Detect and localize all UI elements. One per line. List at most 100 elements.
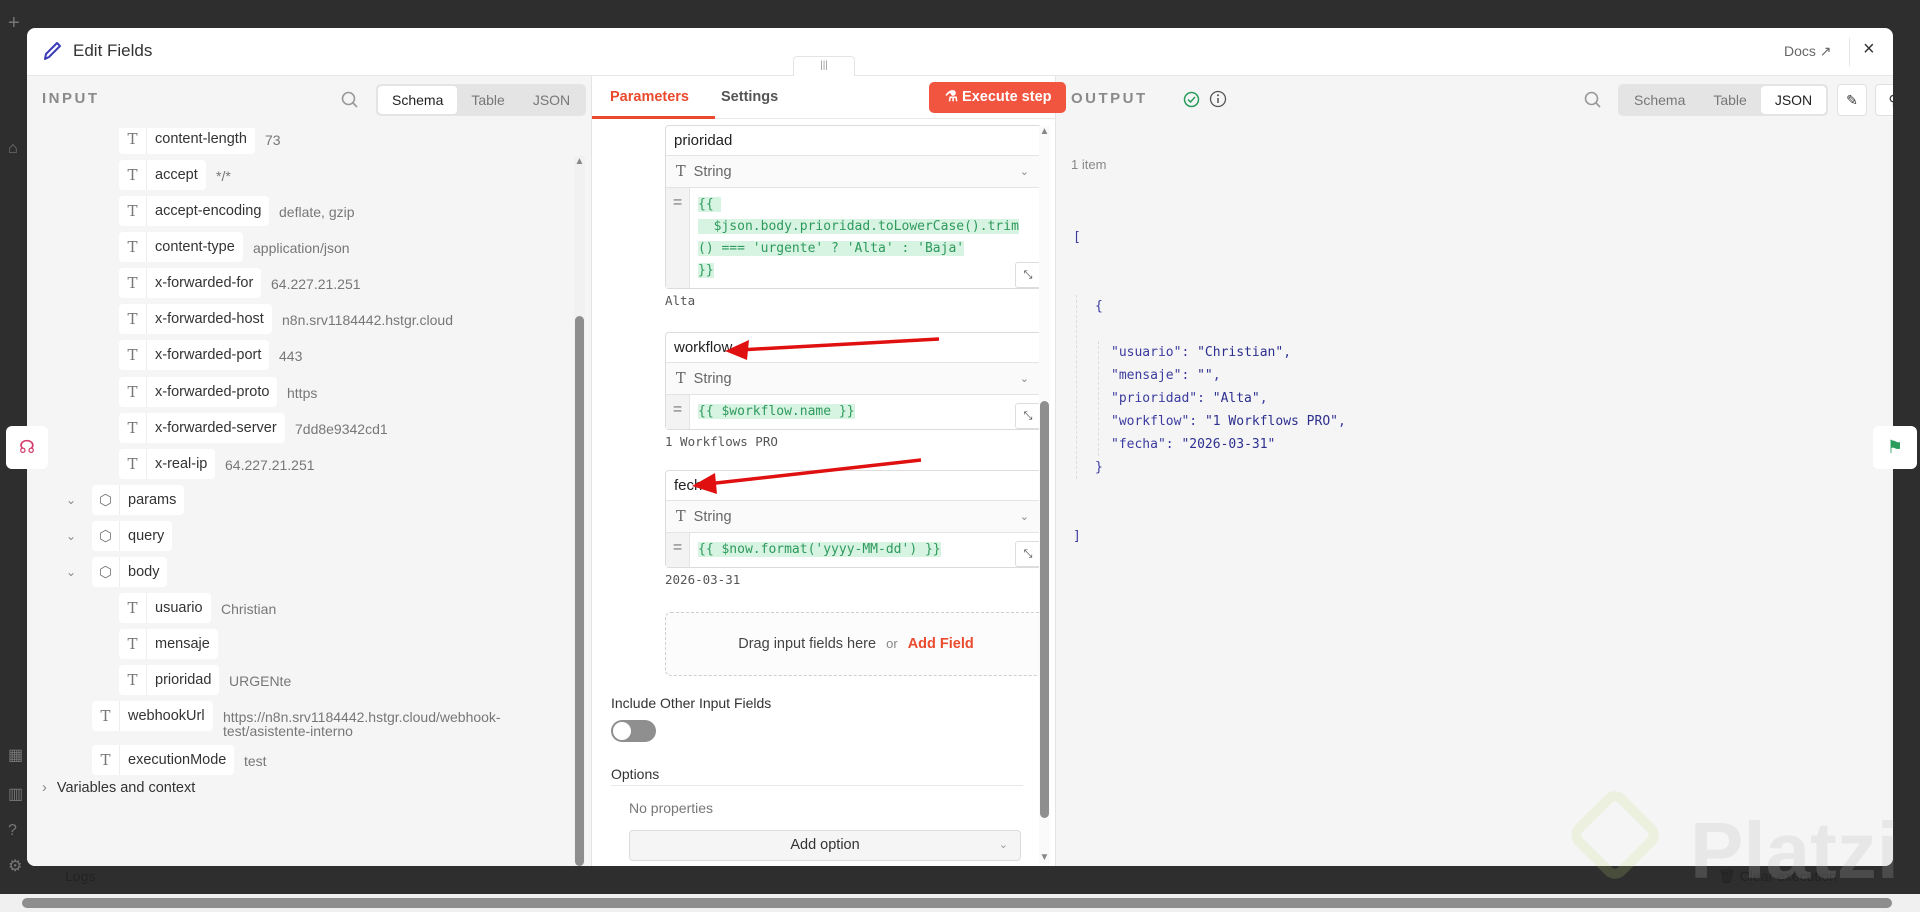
execute-step-button[interactable]: ⚗ Execute step (929, 82, 1066, 113)
text-type-icon: T (119, 413, 147, 443)
field-type-select[interactable]: T String ⌄ (666, 363, 1041, 395)
expand-expression-icon[interactable]: ⤡ (1015, 262, 1041, 288)
scrollbar-thumb[interactable] (22, 898, 1892, 908)
schema-field-usuario[interactable]: Tusuario (119, 593, 211, 623)
field-value-expression[interactable]: = {{ $now.format('yyyy-MM-dd') }} ⤡ (666, 533, 1041, 567)
expression-result: 1 Workflows PRO (665, 434, 778, 449)
horizontal-scrollbar[interactable] (0, 894, 1920, 912)
close-button[interactable]: × (1863, 38, 1875, 61)
options-label: Options (611, 766, 660, 782)
expression-equals-icon: = (666, 533, 690, 567)
output-view-toggle: Schema Table JSON (1618, 84, 1829, 116)
chevron-down-icon[interactable]: ⌄ (66, 493, 76, 507)
drop-zone[interactable]: Drag input fields here or Add Field (665, 612, 1047, 676)
tab-schema[interactable]: Schema (378, 86, 458, 114)
pin-icon: ⚲ (1888, 92, 1893, 108)
chevron-down-icon: ⌄ (1019, 166, 1029, 178)
success-check-icon (1183, 91, 1200, 108)
info-icon[interactable] (1209, 90, 1227, 108)
schema-field-x-forwarded-server[interactable]: Tx-forwarded-server (119, 413, 285, 443)
parameters-panel: ||| prioridad T String ⌄ ={{ $json.body.prio… (591, 56, 1066, 866)
schema-field-accept[interactable]: Taccept (119, 160, 206, 190)
field-name-input[interactable]: fecha (666, 471, 1041, 501)
insights-icon[interactable]: ▥ (8, 784, 23, 804)
field-value: https://n8n.srv1184442.hstgr.cloud/webho… (223, 709, 501, 739)
schema-field-x-forwarded-host[interactable]: Tx-forwarded-host (119, 304, 272, 334)
add-field-link[interactable]: Add Field (908, 636, 974, 652)
add-icon[interactable]: + (8, 12, 20, 35)
chevron-down-icon[interactable]: ⌄ (66, 565, 76, 579)
settings-icon[interactable]: ⚙ (8, 856, 22, 876)
schema-field-x-forwarded-port[interactable]: Tx-forwarded-port (119, 340, 270, 370)
webhook-icon: ☊ (19, 437, 35, 457)
drag-handle[interactable]: ||| (793, 56, 855, 76)
templates-icon[interactable]: ▦ (8, 745, 23, 765)
search-icon[interactable] (340, 90, 360, 110)
webhook-node-button[interactable]: ☊ (6, 426, 48, 469)
input-scrollbar[interactable]: ▲ ▼ (574, 156, 585, 866)
scroll-down-icon[interactable]: ▼ (1039, 852, 1050, 863)
schema-field-x-real-ip[interactable]: Tx-real-ip (119, 449, 216, 479)
field-value-expression[interactable]: = {{ $workflow.name }} ⤡ (666, 395, 1041, 429)
variables-and-context[interactable]: › Variables and context (42, 780, 195, 796)
schema-field-body[interactable]: ⬡ body (92, 557, 168, 587)
schema-field-x-forwarded-for[interactable]: Tx-forwarded-for (119, 268, 262, 298)
expression-editor[interactable]: {{ $workflow.name }} (690, 395, 1041, 429)
schema-field-query[interactable]: ⬡ query (92, 521, 173, 551)
schema-field-webhookUrl[interactable]: TwebhookUrl (92, 701, 213, 731)
schema-field-x-forwarded-proto[interactable]: Tx-forwarded-proto (119, 377, 278, 407)
schema-field-mensaje[interactable]: Tmensaje (119, 629, 218, 659)
schema-field-accept-encoding[interactable]: Taccept-encoding (119, 196, 270, 226)
chevron-down-icon[interactable]: ⌄ (66, 529, 76, 543)
tab-table[interactable]: Table (457, 86, 518, 114)
scroll-up-icon[interactable]: ▲ (1039, 126, 1050, 137)
json-value: "1 Workflows PRO" (1204, 414, 1338, 429)
scrollbar-thumb[interactable] (575, 316, 584, 866)
text-type-icon: T (119, 340, 147, 370)
help-icon[interactable]: ? (8, 822, 17, 840)
field-key: mensaje (155, 636, 210, 652)
tab-table[interactable]: Table (1699, 86, 1760, 114)
pin-data-button[interactable]: ⚲ (1875, 84, 1893, 116)
tab-settings[interactable]: Settings (721, 89, 778, 105)
home-icon[interactable]: ⌂ (8, 140, 18, 158)
chevron-down-icon: ⌄ (1019, 373, 1029, 385)
json-object: { "usuario": "Christian", "mensaje": "", "… (1076, 295, 1346, 479)
include-other-toggle[interactable] (611, 720, 656, 742)
next-node-button[interactable]: ⚑ (1873, 426, 1917, 469)
tab-parameters[interactable]: Parameters (610, 89, 689, 105)
schema-field-prioridad[interactable]: Tprioridad (119, 665, 220, 695)
expression-editor[interactable]: {{ $json.body.prioridad.toLowerCase().tr… (690, 188, 1041, 288)
field-name-input[interactable]: workflow (666, 333, 1041, 363)
edit-output-button[interactable]: ✎ (1837, 84, 1867, 116)
json-line: "workflow": "1 Workflows PRO", (1111, 414, 1346, 429)
field-type-select[interactable]: T String ⌄ (666, 501, 1041, 533)
drag-text: Drag input fields here (738, 636, 877, 652)
field-type-select[interactable]: T String ⌄ (666, 156, 1041, 188)
json-bracket: [ (1073, 230, 1081, 245)
schema-field-content-type[interactable]: Tcontent-type (119, 232, 243, 262)
logs-label[interactable]: Logs (65, 868, 95, 884)
params-scrollbar[interactable]: ▲ ▼ (1039, 126, 1050, 863)
scrollbar-thumb[interactable] (1040, 401, 1049, 818)
tab-json[interactable]: JSON (1760, 86, 1827, 114)
type-label: String (693, 371, 732, 387)
tab-schema[interactable]: Schema (1620, 86, 1699, 114)
scroll-up-icon[interactable]: ▲ (574, 156, 585, 167)
schema-field-params[interactable]: ⬡ params (92, 485, 185, 515)
add-option-dropdown[interactable]: Add option ⌄ (629, 830, 1021, 861)
scroll-down-icon[interactable]: ▼ (574, 865, 585, 866)
expand-expression-icon[interactable]: ⤡ (1015, 541, 1041, 567)
field-value-expression[interactable]: ={{ $json.body.prioridad.toLowerCase().t… (666, 188, 1041, 288)
json-key: "workflow" (1111, 414, 1190, 429)
schema-field-executionMode[interactable]: TexecutionMode (92, 745, 235, 775)
tab-json[interactable]: JSON (519, 86, 584, 114)
expand-expression-icon[interactable]: ⤡ (1015, 403, 1041, 429)
schema-field-content-length[interactable]: Tcontent-length (119, 128, 255, 154)
expression-editor[interactable]: {{ $now.format('yyyy-MM-dd') }} (690, 533, 1041, 567)
json-line: "prioridad": "Alta", (1111, 391, 1268, 406)
field-key: x-forwarded-for (155, 275, 254, 291)
field-name-input[interactable]: prioridad (666, 126, 1041, 156)
docs-link[interactable]: Docs ↗ (1784, 43, 1832, 60)
search-icon[interactable] (1583, 90, 1603, 110)
